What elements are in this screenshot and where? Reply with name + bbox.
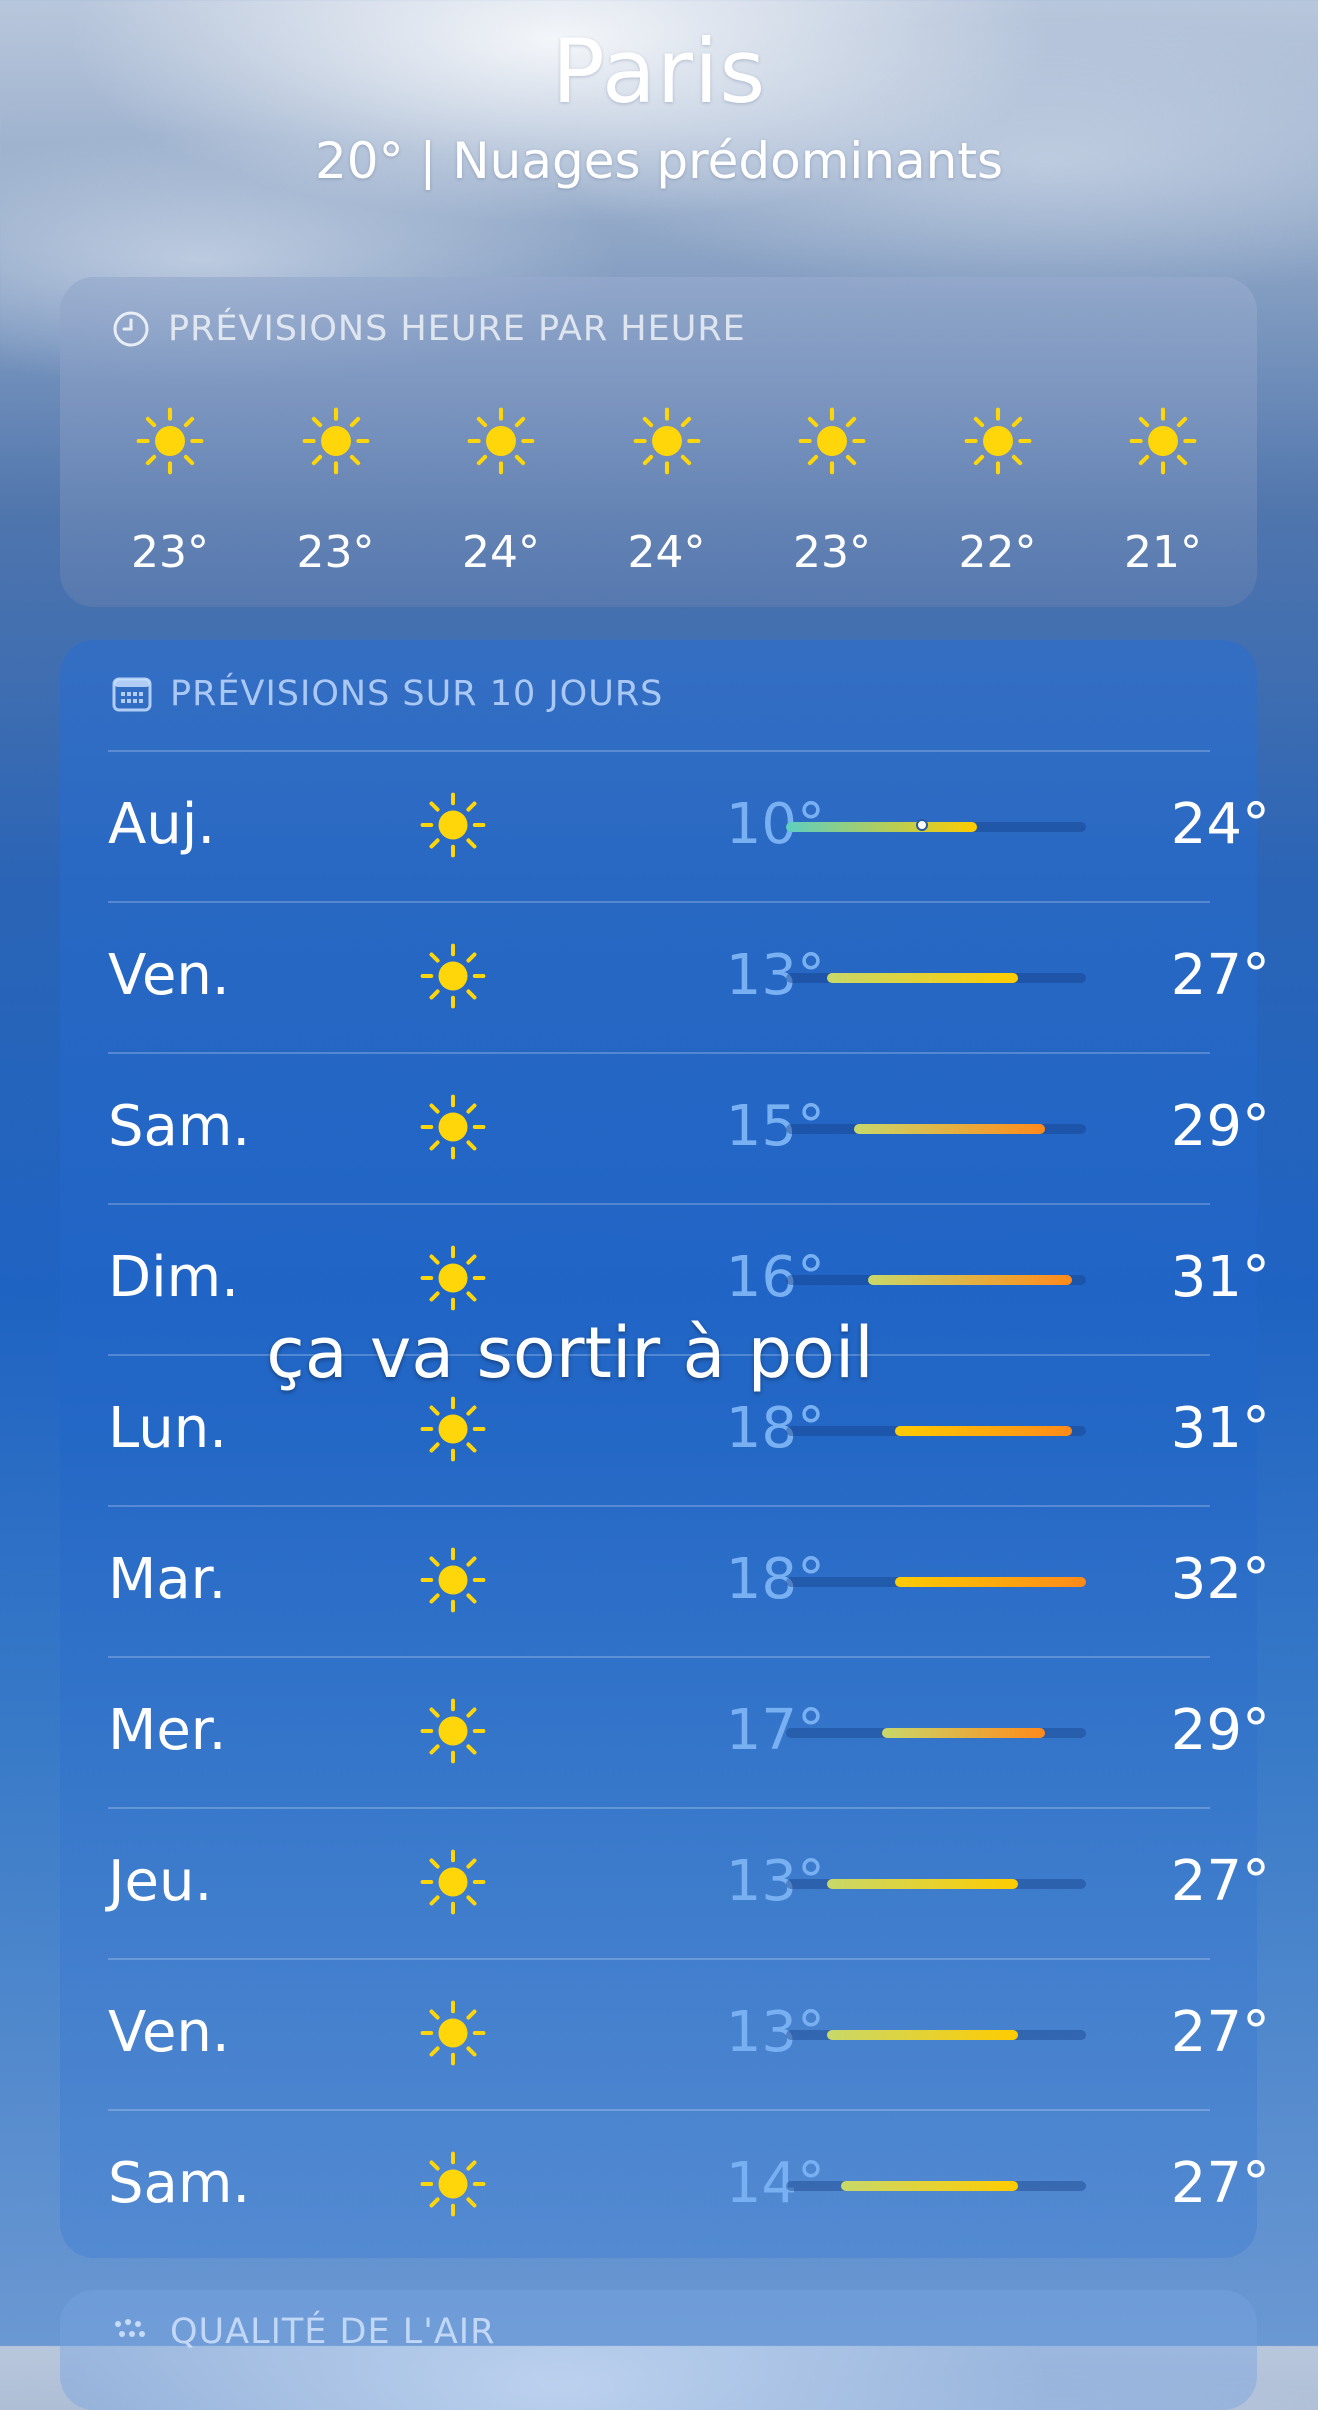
hour-item (441, 407, 561, 475)
sun-icon (467, 407, 535, 475)
temperature-range-fill (840, 2181, 1018, 2191)
day-label: Mer. (108, 1698, 227, 1763)
air-quality-card[interactable]: QUALITÉ DE L'AIR (60, 2290, 1257, 2410)
day-row[interactable]: Mar. 18° 32° (60, 1505, 1270, 1655)
sun-icon (420, 1698, 486, 1764)
day-label: Sam. (108, 2151, 251, 2216)
temperature-range-fill (826, 973, 1018, 983)
air-quality-title: QUALITÉ DE L'AIR (170, 2312, 496, 2352)
day-row[interactable]: Ven. 13° 27° (60, 901, 1270, 1051)
high-temperature: 32° (1170, 1547, 1270, 1612)
air-quality-icon (112, 2314, 152, 2350)
hourly-forecast-header: PRÉVISIONS HEURE PAR HEURE (112, 309, 746, 349)
ten-day-forecast-header: PRÉVISIONS SUR 10 JOURS (112, 674, 663, 714)
hour-item (1103, 407, 1223, 475)
ten-day-forecast-card[interactable]: PRÉVISIONS SUR 10 JOURS Auj. 10° 24° Ven. 13… (60, 640, 1270, 2259)
calendar-icon (112, 676, 152, 712)
current-conditions: 20° | Nuages prédominants (315, 132, 1003, 190)
day-label: Jeu. (108, 1849, 213, 1914)
day-row[interactable]: Jeu. 13° 27° (60, 1807, 1270, 1957)
sun-icon (420, 2151, 486, 2217)
high-temperature: 31° (1170, 1245, 1270, 1310)
sun-icon (633, 407, 701, 475)
sun-icon (136, 407, 204, 475)
temperature-range-fill (826, 1879, 1018, 1889)
hour-item (772, 407, 892, 475)
hour-temperature: 24° (462, 527, 540, 578)
temperature-range-fill (854, 1124, 1046, 1134)
hour-temperature: 23° (131, 527, 209, 578)
day-label: Ven. (108, 2000, 230, 2065)
hour-item (938, 407, 1058, 475)
sun-icon (420, 1547, 486, 1613)
sun-icon (964, 407, 1032, 475)
sun-icon (420, 1396, 486, 1462)
sun-icon (1129, 407, 1197, 475)
day-row[interactable]: Sam. 14° 27° (60, 2109, 1270, 2259)
hour-temperature: 24° (627, 527, 706, 578)
high-temperature: 27° (1170, 2000, 1270, 2065)
hour-item (607, 407, 727, 475)
high-temperature: 27° (1170, 1849, 1270, 1914)
sun-icon (420, 2000, 486, 2066)
day-row[interactable]: Auj. 10° 24° (60, 750, 1270, 900)
temperature-range-fill (786, 822, 977, 832)
ten-day-forecast-title: PRÉVISIONS SUR 10 JOURS (170, 674, 664, 714)
sun-icon (420, 1094, 486, 1160)
day-label: Ven. (108, 943, 230, 1008)
hour-temperature: 23° (793, 527, 871, 578)
high-temperature: 29° (1170, 1094, 1270, 1159)
sun-icon (420, 1245, 486, 1311)
temperature-range-fill (826, 2030, 1018, 2040)
hour-item (276, 407, 396, 475)
high-temperature: 31° (1170, 1396, 1270, 1461)
day-label: Lun. (108, 1396, 227, 1461)
sun-icon (302, 407, 370, 475)
high-temperature: 24° (1170, 792, 1270, 857)
sun-icon (420, 792, 486, 858)
hour-temperature: 21° (1124, 527, 1202, 578)
temperature-range-fill (881, 1728, 1046, 1738)
day-row[interactable]: Mer. 17° 29° (60, 1656, 1270, 1806)
high-temperature: 27° (1170, 943, 1270, 1008)
hour-item (110, 407, 230, 475)
high-temperature: 27° (1170, 2151, 1270, 2216)
day-row[interactable]: Ven. 13° 27° (60, 1958, 1270, 2108)
high-temperature: 29° (1170, 1698, 1270, 1763)
day-label: Mar. (108, 1547, 227, 1612)
overlay-caption: ça va sortir à poil (266, 1312, 874, 1394)
day-label: Sam. (108, 1094, 251, 1159)
city-name: Paris (551, 20, 767, 123)
day-label: Dim. (108, 1245, 240, 1310)
hour-temperature: 23° (296, 527, 375, 578)
sun-icon (420, 1849, 486, 1915)
hour-temperature: 22° (958, 527, 1037, 578)
sun-icon (420, 943, 486, 1009)
sun-icon (798, 407, 866, 475)
air-quality-header: QUALITÉ DE L'AIR (112, 2312, 495, 2352)
hourly-forecast-card[interactable]: PRÉVISIONS HEURE PAR HEURE 23° 23° 24° 24° 2… (60, 277, 1257, 607)
hourly-forecast-title: PRÉVISIONS HEURE PAR HEURE (168, 309, 746, 349)
clock-icon (112, 310, 150, 348)
day-row[interactable]: Sam. 15° 29° (60, 1052, 1270, 1202)
day-label: Auj. (108, 792, 216, 857)
